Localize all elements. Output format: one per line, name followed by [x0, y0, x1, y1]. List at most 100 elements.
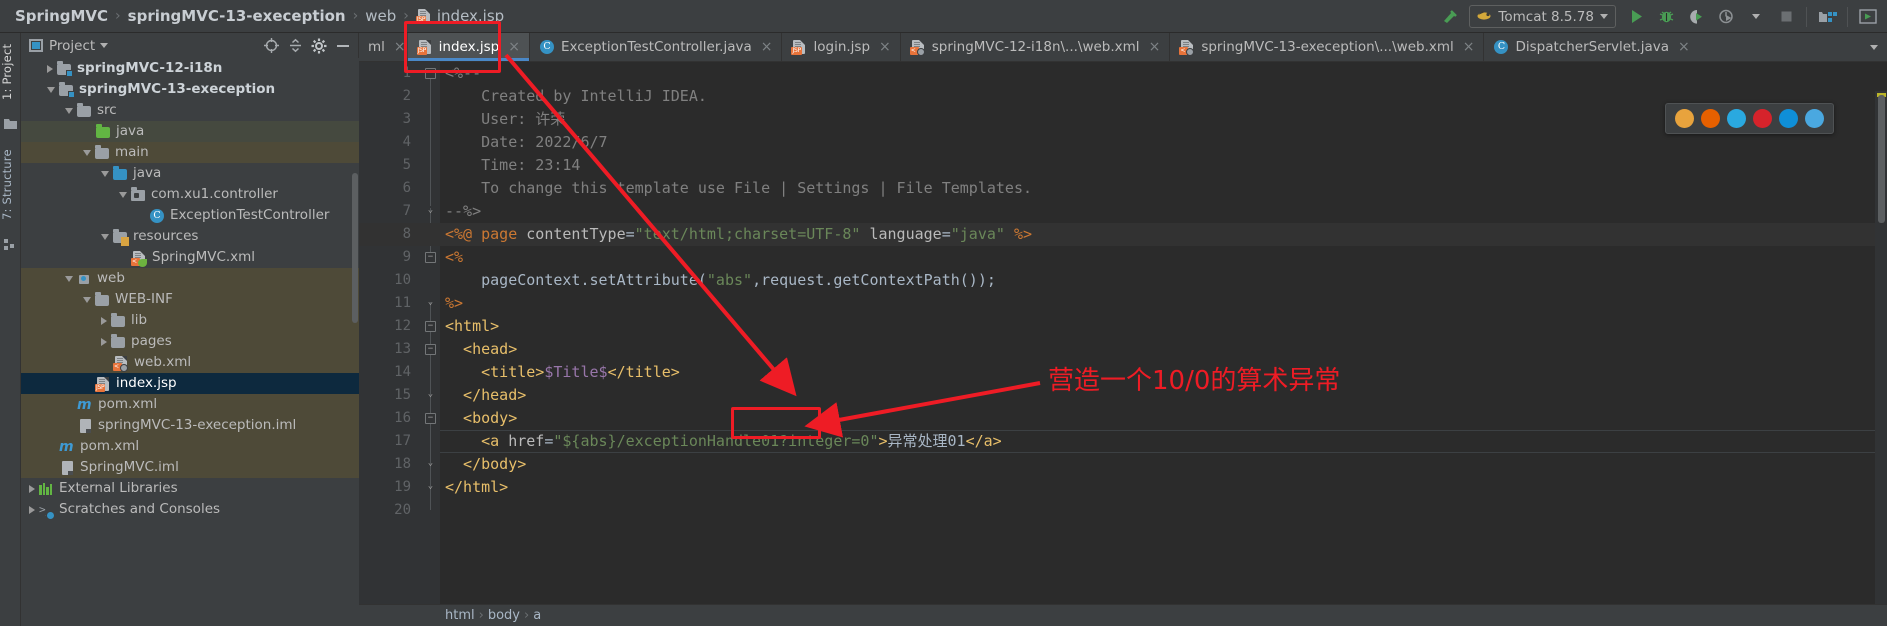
close-icon[interactable]: ×	[508, 40, 520, 54]
editor-breadcrumb-a[interactable]: a	[533, 608, 541, 623]
editor-breadcrumb-html[interactable]: html	[445, 608, 475, 623]
chevron-down-icon[interactable]	[83, 296, 91, 303]
chevron-right-icon[interactable]	[29, 484, 35, 493]
breadcrumb-item-module[interactable]: springMVC-13-exeception	[123, 7, 351, 25]
code-line[interactable]: 19 ⌄ </html>	[359, 476, 1887, 499]
close-icon[interactable]: ×	[1463, 40, 1475, 54]
tab-clipped-left[interactable]: ml ×	[359, 33, 408, 61]
close-icon[interactable]: ×	[761, 40, 773, 54]
code-editor[interactable]: 1− <%-- 2 Created by IntelliJ IDEA. 3 User:…	[359, 62, 1887, 626]
hide-panel-icon[interactable]	[332, 35, 354, 57]
run-button[interactable]	[1621, 4, 1651, 30]
chevron-down-icon[interactable]	[1741, 4, 1771, 30]
fold-collapse-icon[interactable]: −	[425, 344, 436, 355]
chevron-down-icon[interactable]	[119, 191, 127, 198]
chevron-right-icon[interactable]	[29, 505, 35, 514]
breadcrumb-item-project[interactable]: SpringMVC	[10, 7, 113, 25]
tree-item-src[interactable]: src	[21, 100, 359, 121]
chevron-down-icon[interactable]	[83, 149, 91, 156]
collapse-all-icon[interactable]	[284, 35, 306, 57]
update-application-button[interactable]	[1812, 4, 1842, 30]
more-tabs-chevron-icon[interactable]	[1861, 33, 1887, 61]
tree-item-pom-xml[interactable]: m pom.xml	[21, 436, 359, 457]
code-line[interactable]: 3 User: 许荣	[359, 108, 1887, 131]
fold-end-icon[interactable]: ⌄	[425, 206, 436, 217]
breadcrumb-item-file[interactable]: JSP index.jsp	[411, 7, 509, 25]
close-icon[interactable]: ×	[394, 40, 406, 54]
settings-gear-icon[interactable]	[308, 35, 330, 57]
editor-marker-scrollbar[interactable]	[1875, 91, 1887, 626]
chevron-right-icon[interactable]	[101, 316, 107, 325]
run-configuration-selector[interactable]: Tomcat 8.5.78	[1469, 5, 1616, 28]
code-line[interactable]: 18 ⌄ </body>	[359, 453, 1887, 476]
tree-item-springmvc-xml[interactable]: < SpringMVC.xml	[21, 247, 359, 268]
code-line[interactable]: 12 − <html>	[359, 315, 1887, 338]
tree-item-index-jsp[interactable]: JSP index.jsp	[21, 373, 359, 394]
tree-item-scratches-and-consoles[interactable]: >_ Scratches and Consoles	[21, 499, 359, 520]
sidebar-item-project[interactable]: 1: Project	[0, 37, 21, 107]
tab-springmvc-12-i18n-web-xml[interactable]: < springMVC-12-i18n\...\web.xml ×	[901, 33, 1171, 61]
opera-icon[interactable]	[1753, 109, 1772, 128]
code-lines[interactable]: 1− <%-- 2 Created by IntelliJ IDEA. 3 User:…	[359, 62, 1887, 626]
fold-collapse-icon[interactable]: −	[425, 321, 436, 332]
editor-breadcrumb-body[interactable]: body	[488, 608, 520, 623]
chevron-down-icon[interactable]	[101, 233, 109, 240]
safari-icon[interactable]	[1727, 109, 1746, 128]
project-tree[interactable]: springMVC-12-i18n springMVC-13-exeception…	[21, 58, 359, 626]
fold-end-icon[interactable]: ⌄	[425, 459, 436, 470]
tree-item-main[interactable]: main	[21, 142, 359, 163]
tree-item-java[interactable]: java	[21, 163, 359, 184]
tree-item-lib[interactable]: lib	[21, 310, 359, 331]
tree-item-springmvc-iml[interactable]: SpringMVC.iml	[21, 457, 359, 478]
tab-exceptiontestcontroller-java[interactable]: C ExceptionTestController.java ×	[530, 33, 783, 61]
tree-item-pages[interactable]: pages	[21, 331, 359, 352]
tree-item-web-xml[interactable]: < web.xml	[21, 352, 359, 373]
select-opened-file-icon[interactable]	[260, 35, 282, 57]
close-icon[interactable]: ×	[1149, 40, 1161, 54]
tab-index-jsp[interactable]: JSP index.jsp ×	[407, 33, 530, 61]
tab-springmvc-13-exeception-web-xml[interactable]: < springMVC-13-exeception\...\web.xml ×	[1170, 33, 1485, 61]
code-line[interactable]: 7 ⌄ --%>	[359, 200, 1887, 223]
chevron-down-icon[interactable]	[100, 43, 109, 48]
tree-item-springmvc-12-i18n[interactable]: springMVC-12-i18n	[21, 58, 359, 79]
tab-login-jsp[interactable]: JSP login.jsp ×	[782, 33, 901, 61]
fold-collapse-icon[interactable]: −	[425, 68, 436, 79]
chevron-down-icon[interactable]	[101, 170, 109, 177]
code-line[interactable]: 17 <a href="${abs}/exceptionHandle01?int…	[359, 430, 1887, 453]
code-line[interactable]: 11 ⌄ %>	[359, 292, 1887, 315]
code-line[interactable]: 8 <%@ page contentType="text/html;charset…	[359, 223, 1887, 246]
editor-scrollbar-thumb[interactable]	[1878, 95, 1885, 223]
chevron-right-icon[interactable]	[101, 337, 107, 346]
tree-item-pom-xml[interactable]: m pom.xml	[21, 394, 359, 415]
fold-collapse-icon[interactable]: −	[425, 413, 436, 424]
build-hammer-icon[interactable]	[1434, 4, 1464, 30]
sidebar-item-structure[interactable]: 7: Structure	[0, 141, 21, 229]
tree-item-springmvc-13-exeception[interactable]: springMVC-13-exeception	[21, 79, 359, 100]
close-icon[interactable]: ×	[1678, 40, 1690, 54]
tree-item-com-xu1-controller[interactable]: com.xu1.controller	[21, 184, 359, 205]
chevron-down-icon[interactable]	[65, 107, 73, 114]
tree-item-java[interactable]: java	[21, 121, 359, 142]
code-line[interactable]: 20	[359, 499, 1887, 522]
chevron-right-icon[interactable]	[47, 64, 53, 73]
chevron-down-icon[interactable]	[1600, 14, 1608, 19]
fold-end-icon[interactable]: ⌄	[425, 390, 436, 401]
code-line[interactable]: 4 Date: 2022/6/7	[359, 131, 1887, 154]
code-line[interactable]: 1 − <%--	[359, 62, 1887, 85]
close-icon[interactable]: ×	[879, 40, 891, 54]
tree-item-resources[interactable]: resources	[21, 226, 359, 247]
edge-icon[interactable]	[1779, 109, 1798, 128]
tree-item-web-inf[interactable]: WEB-INF	[21, 289, 359, 310]
code-line[interactable]: 16 − <body>	[359, 407, 1887, 430]
tree-item-external-libraries[interactable]: External Libraries	[21, 478, 359, 499]
chevron-down-icon[interactable]	[47, 86, 55, 93]
project-tree-scrollbar[interactable]	[352, 173, 358, 323]
chevron-down-icon[interactable]	[65, 275, 73, 282]
fold-collapse-icon[interactable]: −	[425, 252, 436, 263]
code-line[interactable]: 10 pageContext.setAttribute("abs",reques…	[359, 269, 1887, 292]
debug-button[interactable]	[1651, 4, 1681, 30]
code-line[interactable]: 5 Time: 23:14	[359, 154, 1887, 177]
tree-item-exceptiontestcontroller[interactable]: C ExceptionTestController	[21, 205, 359, 226]
tree-item-web[interactable]: web	[21, 268, 359, 289]
code-line[interactable]: 9 − <%	[359, 246, 1887, 269]
